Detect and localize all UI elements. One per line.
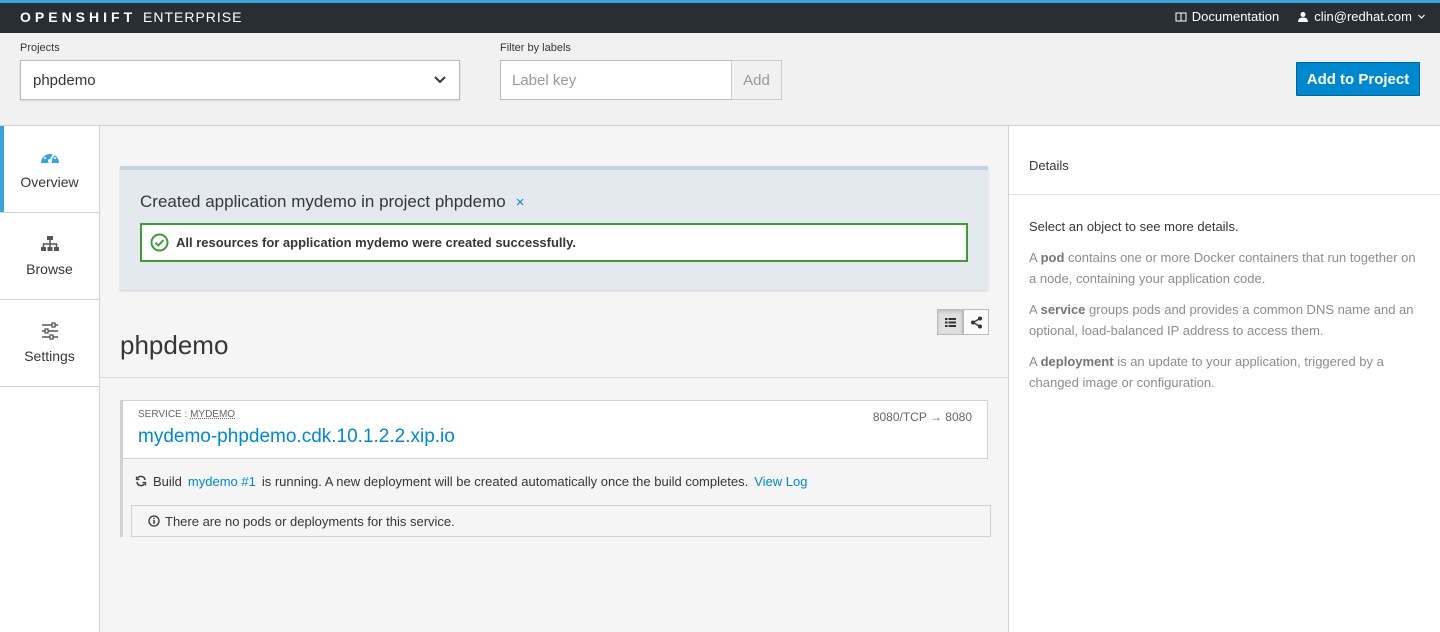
list-icon [944, 317, 956, 327]
pod-term: pod [1040, 250, 1065, 265]
service-term: service [1040, 302, 1086, 317]
overview-main: Created application mydemo in project ph… [100, 126, 1008, 632]
book-icon [1175, 12, 1187, 21]
project-select-value: phpdemo [33, 71, 96, 89]
build-status: Build mydemo #1 is running. A new deploy… [120, 459, 988, 503]
creation-alert: Created application mydemo in project ph… [120, 166, 988, 290]
sidebar-item-label: Overview [20, 174, 79, 190]
close-icon[interactable]: × [516, 194, 525, 211]
alert-title: Created application mydemo in project ph… [140, 192, 524, 212]
list-view-button[interactable] [937, 309, 963, 335]
build-link[interactable]: mydemo #1 [188, 474, 256, 489]
tachometer-icon [40, 152, 59, 163]
top-navbar: OPENSHIFT ENTERPRISE Documentation clin@… [0, 0, 1440, 33]
details-divider [1009, 194, 1440, 195]
projects-label: Projects [20, 42, 60, 54]
details-title: Details [1029, 158, 1069, 173]
no-pods-message: There are no pods or deployments for thi… [131, 505, 991, 537]
deployment-description: A deployment is an update to your applic… [1029, 354, 1384, 390]
port-mapping: 8080/TCP → 8080 [872, 410, 972, 424]
build-text-before: Build [153, 473, 182, 489]
success-message-text: All resources for application mydemo wer… [176, 235, 577, 250]
sidebar-item-overview[interactable]: Overview [0, 126, 99, 213]
service-card: SERVICE : MYDEMO mydemo-phpdemo.cdk.10.1… [120, 400, 988, 459]
user-icon [1298, 11, 1309, 22]
pod-description: A pod contains one or more Docker contai… [1029, 250, 1416, 286]
user-label: clin@redhat.com [1314, 9, 1412, 24]
refresh-icon [135, 475, 147, 487]
share-icon [970, 316, 982, 328]
deployment-term: deployment [1040, 354, 1114, 369]
page-title: phpdemo [120, 330, 229, 360]
view-toggle [937, 309, 989, 335]
service-description: A service groups pods and provides a com… [1029, 302, 1414, 338]
route-link[interactable]: mydemo-phpdemo.cdk.10.1.2.2.xip.io [138, 426, 455, 448]
chevron-down-icon [434, 76, 446, 84]
build-text-after: is running. A new deployment will be cre… [261, 473, 749, 489]
sidebar-item-label: Browse [26, 261, 73, 277]
no-pods-text: There are no pods or deployments for thi… [165, 513, 455, 529]
brand-name: OPENSHIFT [20, 9, 137, 25]
view-log-link[interactable]: View Log [754, 474, 807, 489]
label-key-input[interactable]: Label key [500, 60, 732, 100]
alert-title-text: Created application mydemo in project ph… [140, 192, 506, 211]
topology-view-button[interactable] [963, 309, 989, 335]
sidebar-item-browse[interactable]: Browse [0, 213, 99, 300]
details-intro: Select an object to see more details. [1029, 219, 1239, 234]
brand-logo[interactable]: OPENSHIFT ENTERPRISE [20, 9, 242, 25]
service-label: SERVICE : MYDEMO [138, 409, 235, 420]
left-sidebar: Overview Browse Settings [0, 126, 100, 632]
service-name[interactable]: MYDEMO [190, 409, 235, 420]
chevron-down-icon [1418, 14, 1425, 19]
add-label-button[interactable]: Add [731, 60, 782, 100]
check-circle-icon [150, 233, 169, 252]
project-bar: Projects phpdemo Filter by labels Label … [0, 33, 1440, 126]
section-divider [100, 377, 1008, 378]
add-to-project-button[interactable]: Add to Project [1296, 62, 1420, 96]
sidebar-item-settings[interactable]: Settings [0, 300, 99, 387]
documentation-label: Documentation [1191, 9, 1280, 24]
service-label-prefix: SERVICE : [138, 409, 191, 420]
project-select[interactable]: phpdemo [20, 60, 460, 100]
sitemap-icon [40, 236, 59, 251]
navbar-right: Documentation clin@redhat.com [1175, 9, 1426, 24]
brand-edition: ENTERPRISE [143, 9, 243, 25]
info-circle-icon [148, 515, 160, 527]
details-body: Select an object to see more details. A … [1029, 216, 1419, 403]
user-menu[interactable]: clin@redhat.com [1297, 9, 1426, 24]
sliders-icon [41, 322, 58, 340]
documentation-link[interactable]: Documentation [1175, 9, 1279, 24]
pods-row: There are no pods or deployments for thi… [120, 503, 991, 537]
details-panel: Details Select an object to see more det… [1008, 126, 1440, 632]
filter-label: Filter by labels [500, 42, 571, 54]
success-message: All resources for application mydemo wer… [140, 223, 968, 262]
sidebar-item-label: Settings [24, 348, 75, 364]
